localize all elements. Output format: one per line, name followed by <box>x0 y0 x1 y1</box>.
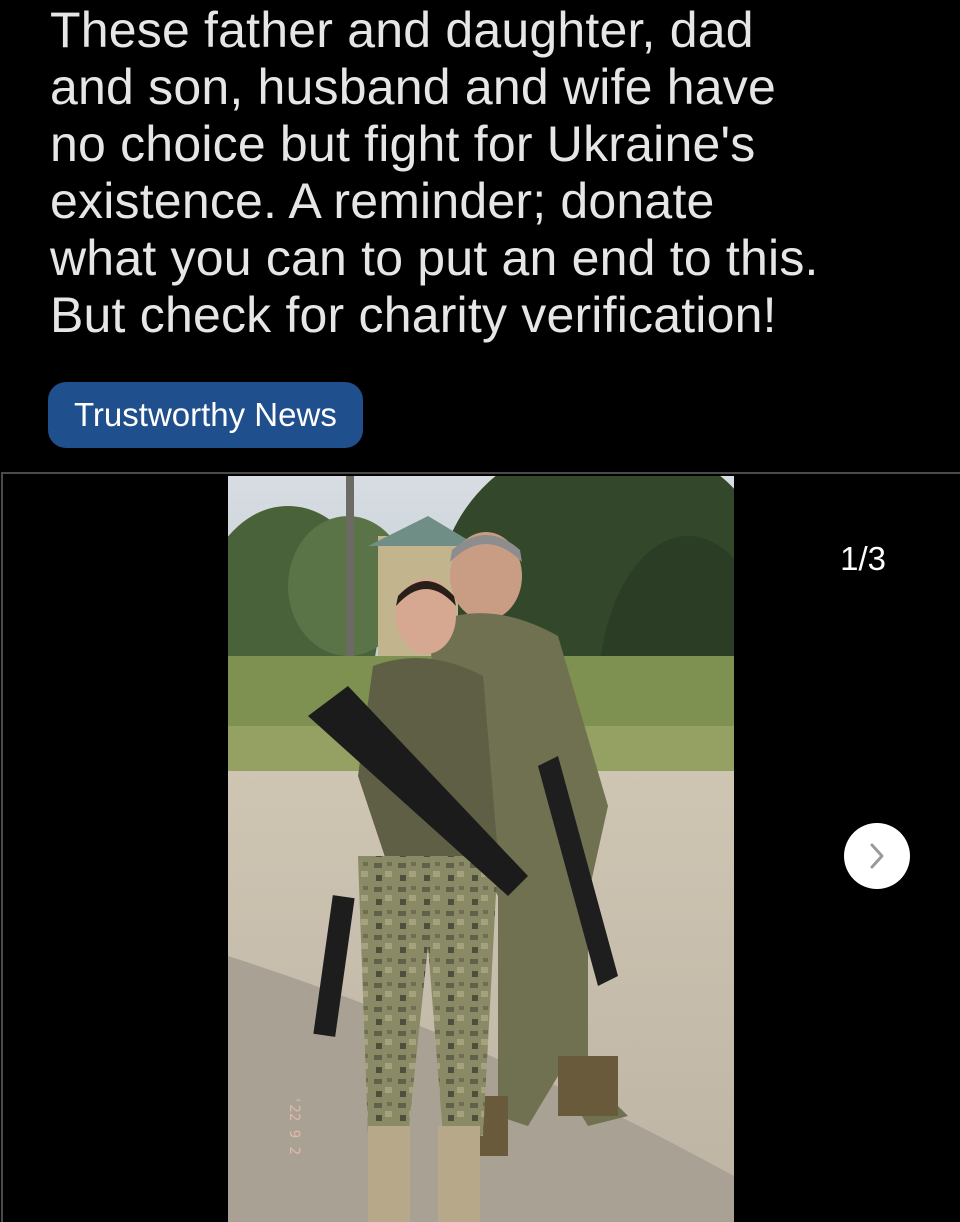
post-body-text: These father and daughter, dad and son, … <box>50 2 819 343</box>
gallery-counter: 1/3 <box>840 540 886 577</box>
gallery-photo: '22 9 2 <box>228 476 734 1222</box>
next-image-button[interactable] <box>844 823 910 889</box>
flair-tag[interactable]: Trustworthy News <box>48 382 363 448</box>
svg-text:'22 9 2: '22 9 2 <box>286 1096 302 1155</box>
image-gallery[interactable]: '22 9 2 1/3 <box>1 472 960 1222</box>
chevron-right-icon <box>870 843 884 869</box>
